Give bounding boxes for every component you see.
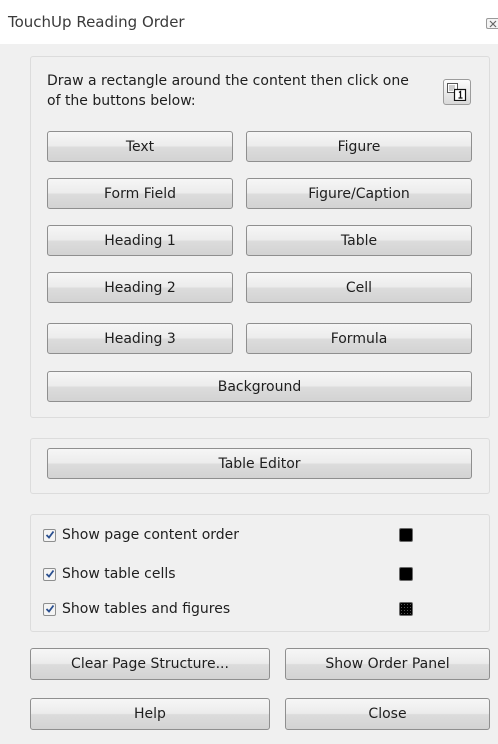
clear-page-structure-button[interactable]: Clear Page Structure... <box>30 648 270 680</box>
figure-caption-button[interactable]: Figure/Caption <box>246 178 472 209</box>
close-icon[interactable] <box>486 18 498 29</box>
show-table-cells-label: Show table cells <box>62 566 176 582</box>
heading-2-button[interactable]: Heading 2 <box>47 272 233 303</box>
title-bar[interactable]: TouchUp Reading Order <box>0 0 498 44</box>
background-button[interactable]: Background <box>47 371 472 402</box>
page-content-order-color-swatch[interactable] <box>399 528 413 542</box>
table-cells-color-swatch[interactable] <box>399 567 413 581</box>
show-order-panel-button[interactable]: Show Order Panel <box>285 648 490 680</box>
tables-and-figures-color-swatch[interactable] <box>399 602 413 616</box>
show-tables-and-figures-checkbox[interactable] <box>43 602 56 616</box>
text-button[interactable]: Text <box>47 131 233 162</box>
instruction-text: Draw a rectangle around the content then… <box>47 73 409 109</box>
display-options-group: Show page content order Show table cells… <box>30 514 490 632</box>
page-order-icon[interactable] <box>443 79 471 105</box>
close-button[interactable]: Close <box>285 698 490 730</box>
help-button[interactable]: Help <box>30 698 270 730</box>
table-button[interactable]: Table <box>246 225 472 256</box>
tag-buttons-group: Draw a rectangle around the content then… <box>30 56 490 418</box>
form-field-button[interactable]: Form Field <box>47 178 233 209</box>
figure-button[interactable]: Figure <box>246 131 472 162</box>
formula-button[interactable]: Formula <box>246 323 472 354</box>
cell-button[interactable]: Cell <box>246 272 472 303</box>
show-page-content-order-option[interactable]: Show page content order <box>43 525 239 545</box>
show-table-cells-option[interactable]: Show table cells <box>43 564 176 584</box>
touchup-reading-order-dialog: TouchUp Reading Order Draw a rectangle a… <box>0 0 498 744</box>
show-table-cells-checkbox[interactable] <box>43 567 56 581</box>
heading-3-button[interactable]: Heading 3 <box>47 323 233 354</box>
window-title: TouchUp Reading Order <box>8 13 185 31</box>
show-page-content-order-checkbox[interactable] <box>43 528 56 542</box>
show-page-content-order-label: Show page content order <box>62 527 240 543</box>
heading-1-button[interactable]: Heading 1 <box>47 225 233 256</box>
show-tables-and-figures-label: Show tables and figures <box>62 601 231 617</box>
table-editor-button[interactable]: Table Editor <box>47 448 472 479</box>
table-editor-group: Table Editor <box>30 438 490 494</box>
show-tables-and-figures-option[interactable]: Show tables and figures <box>43 599 230 619</box>
